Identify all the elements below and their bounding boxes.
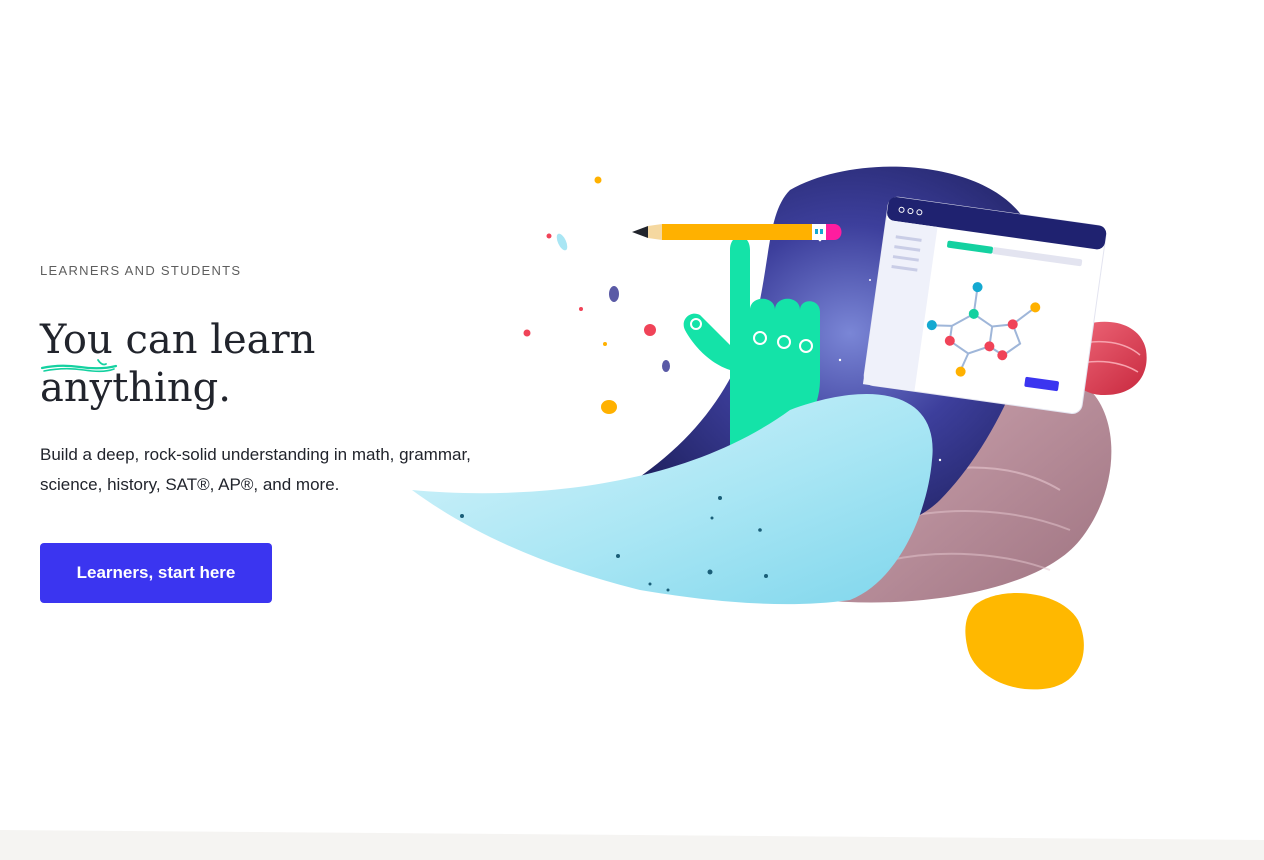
- yellow-rock-shape: [965, 593, 1084, 690]
- learners-start-button[interactable]: Learners, start here: [40, 543, 272, 603]
- ice-wave-shape: [412, 394, 933, 605]
- molecule-browser-icon: [862, 196, 1107, 414]
- pencil-icon: [632, 224, 842, 240]
- section-eyebrow: LEARNERS AND STUDENTS: [40, 263, 242, 278]
- hero-section: LEARNERS AND STUDENTS You can learn anyt…: [0, 0, 1264, 860]
- bottom-band: [0, 830, 1264, 860]
- confetti-shapes: [523, 176, 670, 414]
- hero-illustration: [412, 166, 1147, 690]
- scribble-underline-icon: [40, 359, 118, 373]
